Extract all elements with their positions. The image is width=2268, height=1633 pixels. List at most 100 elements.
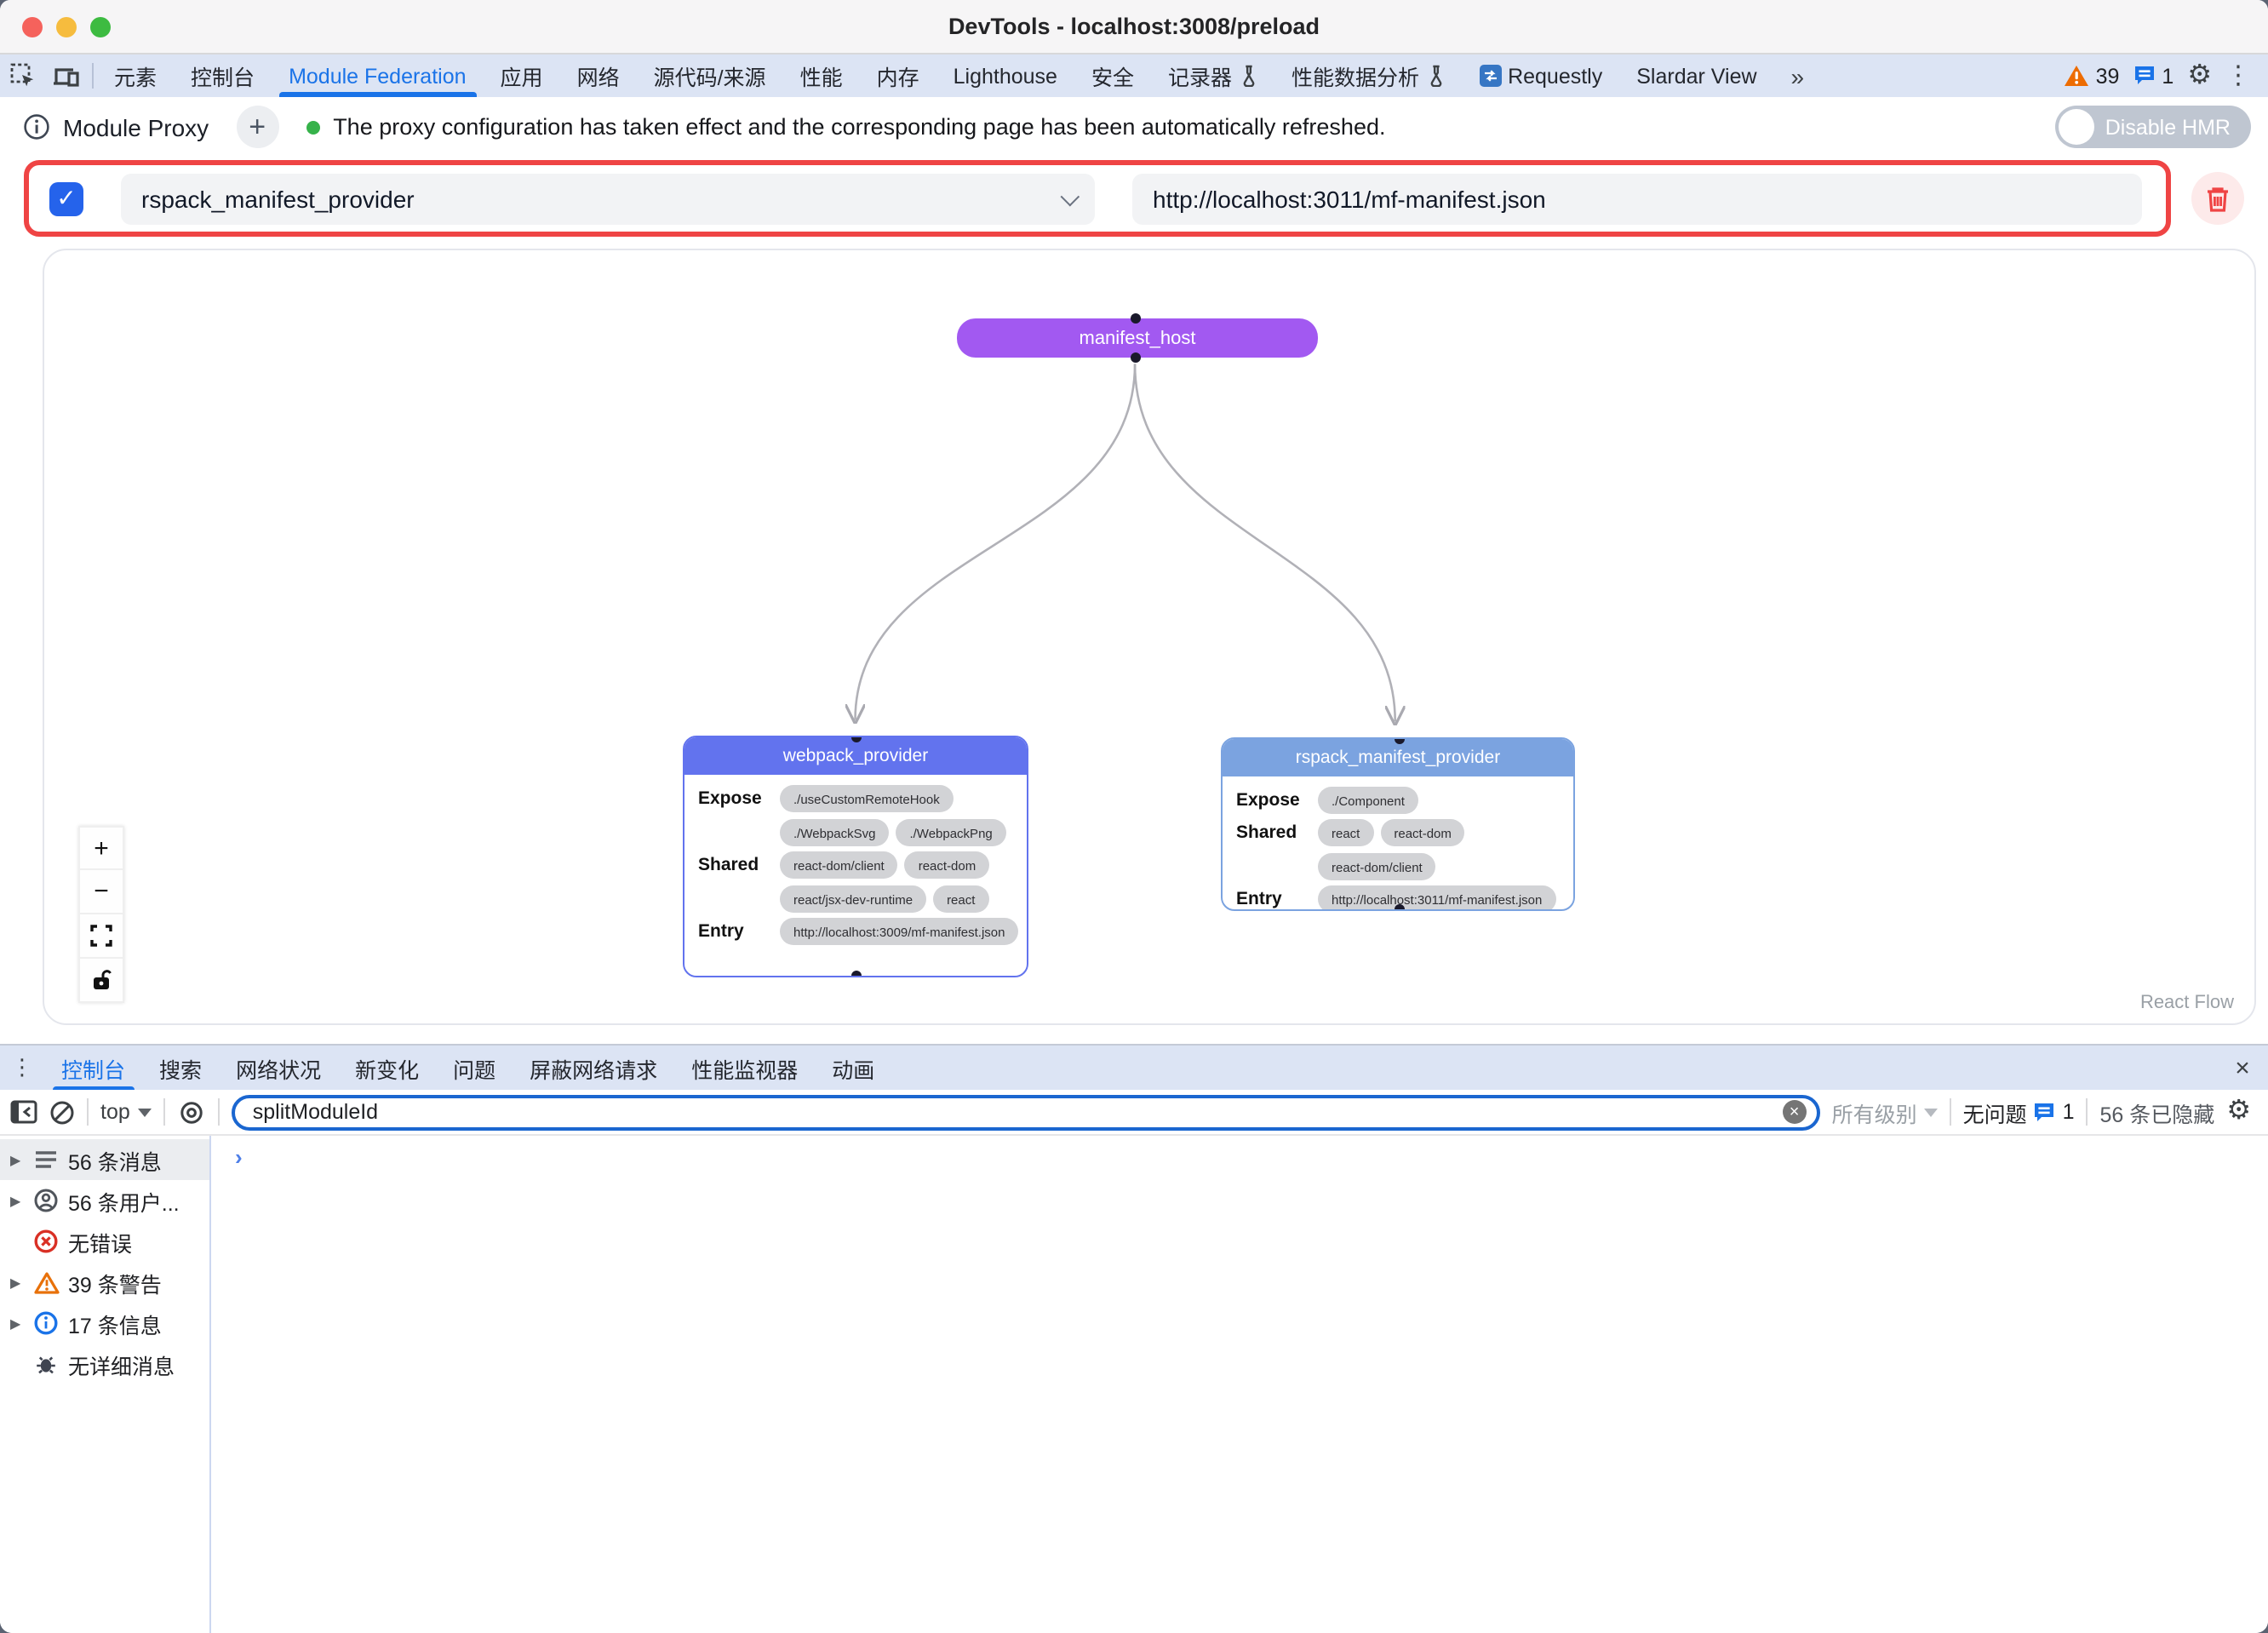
trash-icon [2205,185,2231,212]
node-title: rspack_manifest_provider [1223,739,1573,776]
tab-lighthouse[interactable]: Lighthouse [936,54,1074,97]
warnings-badge[interactable]: 39 [2064,64,2120,88]
disable-hmr-toggle[interactable]: Disable HMR [2056,106,2251,148]
live-expression-eye-icon[interactable] [178,1101,207,1123]
node-handle[interactable] [851,971,862,977]
node-handle[interactable] [1131,313,1141,324]
console-filter-box: × [232,1094,1820,1130]
expose-label: Expose [698,785,770,809]
requestly-icon [1479,65,1501,87]
provider-select[interactable]: rspack_manifest_provider [121,173,1095,224]
node-handle[interactable] [1395,904,1405,911]
execution-context-select[interactable]: top [100,1100,152,1124]
close-drawer-button[interactable]: × [2217,1046,2268,1090]
tab-security[interactable]: 安全 [1074,54,1151,97]
expand-arrow-icon[interactable]: ▶ [10,1315,24,1331]
entry-label: Entry [1236,885,1308,909]
node-handle[interactable] [1131,352,1141,363]
sidebar-item-all-messages[interactable]: ▶ 56 条消息 [0,1139,209,1180]
shared-tag: react [1318,819,1373,846]
inspect-element-button[interactable] [0,54,44,97]
drawer-tab-console[interactable]: 控制台 [44,1046,142,1090]
shared-tag: react-dom [905,851,990,879]
fit-view-icon [90,925,112,947]
lock-button[interactable] [78,959,124,1003]
entry-tag: http://localhost:3009/mf-manifest.json [780,918,1018,945]
more-tabs-button[interactable]: » [1774,54,1822,97]
console-filter-input[interactable] [253,1100,1773,1124]
issues-bubble-icon [2133,65,2155,87]
inspect-icon [9,63,35,89]
sidebar-item-info[interactable]: ▶ 17 条信息 [0,1303,209,1344]
devtools-window: DevTools - localhost:3008/preload 元素 控制台… [0,0,2268,1633]
module-graph-canvas[interactable]: manifest_host webpack_provider Expose ./… [43,249,2256,1025]
tab-module-federation[interactable]: Module Federation [272,54,483,97]
zoom-out-button[interactable]: − [78,870,124,914]
tab-memory[interactable]: 内存 [860,54,936,97]
experiment-flask-icon [1239,65,1257,87]
tab-sources[interactable]: 源代码/来源 [637,54,783,97]
proxy-rule-checkbox[interactable] [49,181,83,215]
node-manifest-host[interactable]: manifest_host [957,318,1318,358]
kebab-menu-icon[interactable]: ⋮ [2225,63,2251,89]
drawer-tab-changes[interactable]: 新变化 [338,1046,436,1090]
fit-view-button[interactable] [78,914,124,959]
expand-arrow-icon[interactable]: ▶ [10,1193,24,1208]
tab-console[interactable]: 控制台 [174,54,272,97]
tab-performance[interactable]: 性能 [783,54,860,97]
clear-console-icon[interactable] [49,1099,75,1125]
shared-label: Shared [1236,819,1308,843]
drawer-tabbar: ⋮ 控制台 搜索 网络状况 新变化 问题 屏蔽网络请求 性能监视器 动画 × [0,1046,2268,1090]
add-proxy-rule-button[interactable]: + [236,106,278,148]
window-title: DevTools - localhost:3008/preload [0,14,2268,39]
zoom-in-button[interactable]: + [78,826,124,870]
manifest-url-input[interactable] [1132,173,2142,224]
console-drawer: ⋮ 控制台 搜索 网络状况 新变化 问题 屏蔽网络请求 性能监视器 动画 × t [0,1044,2268,1633]
sidebar-item-verbose[interactable]: 无详细消息 [0,1344,209,1384]
proxy-rule-row: rspack_manifest_provider [24,160,2171,237]
drawer-tab-animations[interactable]: 动画 [815,1046,891,1090]
issues-badge[interactable]: 1 [2133,64,2174,88]
drawer-tab-network-conditions[interactable]: 网络状况 [219,1046,338,1090]
toggle-console-sidebar-icon[interactable] [10,1100,37,1124]
tab-slardar-view[interactable]: Slardar View [1619,54,1773,97]
log-levels-select[interactable]: 所有级别 [1832,1096,1938,1128]
drawer-tab-search[interactable]: 搜索 [142,1046,219,1090]
console-settings-gear-icon[interactable]: ⚙ [2226,1098,2251,1126]
tab-network[interactable]: 网络 [560,54,637,97]
react-flow-attribution[interactable]: React Flow [2140,993,2234,1013]
node-webpack-provider[interactable]: webpack_provider Expose ./useCustomRemot… [683,736,1028,977]
console-messages-area[interactable]: › [211,1136,2268,1633]
expand-arrow-icon[interactable]: ▶ [10,1152,24,1167]
proxy-status-message: The proxy configuration has taken effect… [333,114,1385,140]
device-toolbar-icon [53,64,80,88]
sidebar-item-errors[interactable]: 无错误 [0,1221,209,1262]
caret-down-icon [1924,1108,1938,1116]
drawer-tab-performance-monitor[interactable]: 性能监视器 [674,1046,815,1090]
settings-gear-icon[interactable]: ⚙ [2187,62,2212,89]
sidebar-item-warnings[interactable]: ▶ 39 条警告 [0,1262,209,1303]
devtools-tabbar: 元素 控制台 Module Federation 应用 网络 源代码/来源 性能… [0,54,2268,97]
tab-performance-insights[interactable]: 性能数据分析 [1274,54,1462,97]
module-proxy-title: Module Proxy [63,113,209,140]
clear-filter-icon[interactable]: × [1783,1100,1807,1124]
entry-label: Entry [698,918,770,942]
expand-arrow-icon[interactable]: ▶ [10,1275,24,1290]
tab-recorder[interactable]: 记录器 [1151,54,1274,97]
error-icon [32,1228,60,1255]
delete-rule-button[interactable] [2191,172,2244,225]
drawer-tab-network-blocking[interactable]: 屏蔽网络请求 [513,1046,674,1090]
shared-tag: react-dom/client [1318,853,1436,880]
bug-icon [32,1350,60,1378]
tab-elements[interactable]: 元素 [97,54,174,97]
tab-application[interactable]: 应用 [484,54,560,97]
edge-host-to-rspack [1135,364,1395,721]
graph-edges [44,250,2254,1023]
node-rspack-manifest-provider[interactable]: rspack_manifest_provider Expose ./Compon… [1221,737,1575,911]
tab-requestly[interactable]: Requestly [1462,54,1619,97]
device-toolbar-button[interactable] [44,54,89,97]
sidebar-item-user-messages[interactable]: ▶ 56 条用户... [0,1180,209,1221]
drawer-tab-issues[interactable]: 问题 [436,1046,513,1090]
issues-counter[interactable]: 无问题 1 [1963,1096,2075,1128]
drawer-menu-icon[interactable]: ⋮ [0,1046,44,1090]
